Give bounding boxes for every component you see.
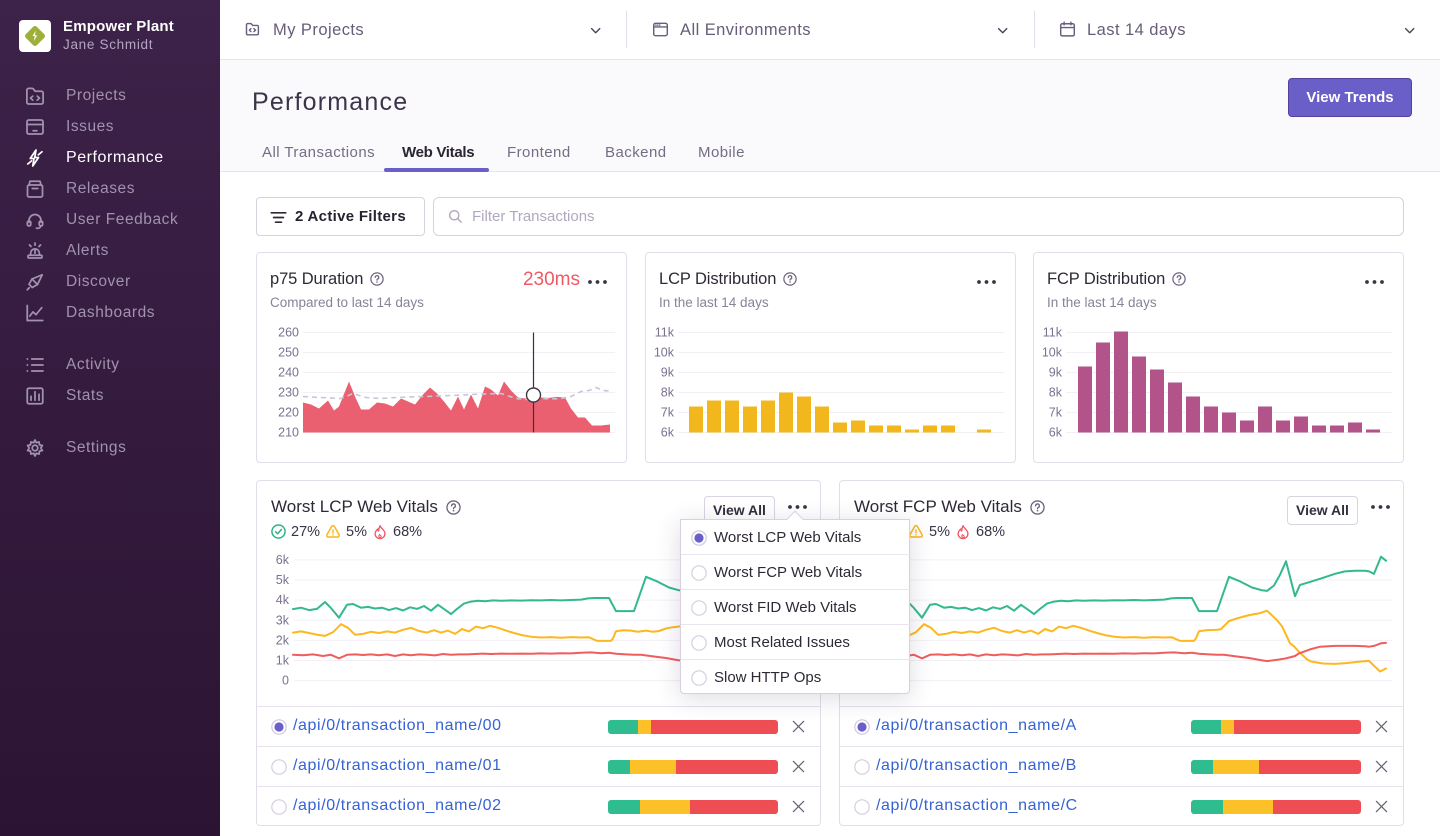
svg-text:9k: 9k: [1049, 366, 1063, 380]
svg-text:250: 250: [278, 346, 299, 360]
svg-text:220: 220: [278, 406, 299, 420]
svg-text:6k: 6k: [661, 426, 675, 440]
svg-text:5k: 5k: [276, 573, 290, 587]
svg-text:2k: 2k: [276, 633, 290, 647]
svg-text:10k: 10k: [654, 346, 675, 360]
svg-text:6k: 6k: [1049, 426, 1063, 440]
svg-text:260: 260: [278, 326, 299, 340]
svg-text:8k: 8k: [1049, 386, 1063, 400]
svg-text:1k: 1k: [276, 654, 290, 668]
svg-text:9k: 9k: [661, 366, 675, 380]
svg-text:6k: 6k: [276, 553, 290, 567]
svg-text:11k: 11k: [1043, 326, 1063, 340]
svg-text:7k: 7k: [661, 406, 675, 420]
svg-text:7k: 7k: [1049, 406, 1063, 420]
svg-text:8k: 8k: [661, 386, 675, 400]
svg-text:240: 240: [278, 366, 299, 380]
svg-text:210: 210: [278, 426, 299, 440]
svg-text:4k: 4k: [276, 593, 290, 607]
svg-text:230: 230: [278, 386, 299, 400]
svg-text:3k: 3k: [276, 613, 290, 627]
svg-text:11k: 11k: [655, 326, 675, 340]
svg-text:0: 0: [282, 674, 289, 688]
svg-text:10k: 10k: [1042, 346, 1063, 360]
